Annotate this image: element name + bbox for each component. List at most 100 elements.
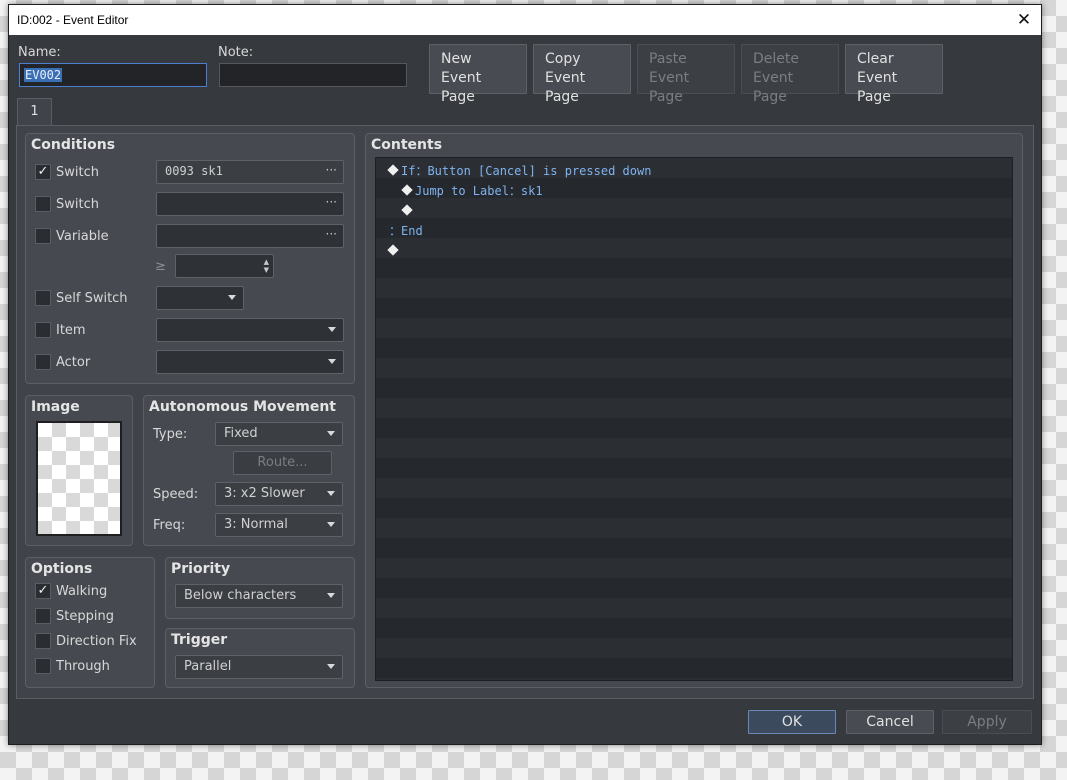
- trigger-title: Trigger: [171, 632, 228, 648]
- conditions-title: Conditions: [31, 137, 116, 153]
- switch1-value: 0093 sk1: [165, 164, 223, 178]
- priority-dropdown[interactable]: Below characters: [175, 584, 343, 608]
- trigger-value: Parallel: [184, 659, 232, 674]
- title-bar: ID:002 - Event Editor ✕: [9, 5, 1041, 35]
- diamond-icon: [387, 164, 399, 176]
- movement-freq-dropdown[interactable]: 3: Normal: [215, 513, 343, 537]
- through-label: Through: [56, 659, 110, 674]
- item-checkbox[interactable]: [35, 322, 51, 338]
- direction-fix-checkbox[interactable]: [35, 633, 51, 649]
- switch2-label: Switch: [56, 197, 99, 212]
- switch1-selector[interactable]: 0093 sk1 ···: [156, 160, 344, 184]
- new-event-page-label-2: Event Page: [441, 70, 482, 105]
- note-label: Note:: [218, 45, 254, 60]
- copy-event-page-label-1: Copy: [545, 51, 581, 67]
- self-switch-label: Self Switch: [56, 291, 128, 306]
- spinner-arrows-icon[interactable]: ▲ ▼: [264, 258, 269, 274]
- apply-button[interactable]: Apply: [942, 710, 1032, 734]
- variable-checkbox[interactable]: [35, 228, 51, 244]
- chevron-down-icon: [327, 522, 335, 527]
- diamond-icon: [387, 244, 399, 256]
- delete-event-page-button[interactable]: Delete Event Page: [741, 44, 839, 105]
- command-row[interactable]: ：End: [389, 221, 423, 241]
- options-title: Options: [31, 561, 93, 577]
- walking-checkbox[interactable]: ✓: [35, 583, 51, 599]
- ok-button[interactable]: OK: [748, 710, 836, 734]
- character-image-preview[interactable]: [36, 421, 122, 536]
- event-command-list[interactable]: If：Button [Cancel] is pressed down Jump …: [375, 157, 1013, 681]
- trigger-dropdown[interactable]: Parallel: [175, 655, 343, 679]
- movement-freq-label: Freq:: [153, 518, 186, 533]
- priority-title: Priority: [171, 561, 231, 577]
- name-input[interactable]: EV002: [19, 63, 207, 87]
- item-label: Item: [56, 323, 86, 338]
- contents-title: Contents: [371, 137, 443, 153]
- chevron-down-icon: [327, 664, 335, 669]
- clear-event-page-button[interactable]: Clear Event Page: [845, 44, 943, 105]
- window-title: ID:002 - Event Editor: [17, 13, 129, 27]
- paste-event-page-label-1: Paste: [649, 51, 687, 67]
- actor-dropdown[interactable]: [156, 350, 344, 374]
- switch1-checkbox[interactable]: ✓: [35, 164, 51, 180]
- copy-event-page-button[interactable]: Copy Event Page: [533, 44, 631, 105]
- actor-checkbox[interactable]: [35, 354, 51, 370]
- variable-amount-spinner[interactable]: ▲ ▼: [175, 254, 274, 278]
- through-checkbox[interactable]: [35, 658, 51, 674]
- switch1-label: Switch: [56, 165, 99, 180]
- movement-type-value: Fixed: [224, 426, 258, 441]
- self-switch-dropdown[interactable]: [156, 286, 244, 310]
- autonomous-movement-title: Autonomous Movement: [149, 399, 336, 415]
- direction-fix-label: Direction Fix: [56, 634, 137, 649]
- self-switch-checkbox[interactable]: [35, 290, 51, 306]
- command-text: ：End: [389, 224, 423, 238]
- stepping-label: Stepping: [56, 609, 114, 624]
- command-row[interactable]: If：Button [Cancel] is pressed down: [387, 161, 652, 181]
- movement-speed-label: Speed:: [153, 487, 199, 502]
- command-text: If：Button [Cancel] is pressed down: [401, 164, 652, 178]
- variable-label: Variable: [56, 229, 109, 244]
- ellipsis-icon: ···: [325, 195, 337, 209]
- command-row[interactable]: Jump to Label：sk1: [401, 181, 543, 201]
- new-event-page-button[interactable]: New Event Page: [429, 44, 527, 105]
- chevron-down-icon: [228, 295, 236, 300]
- variable-selector[interactable]: ···: [156, 224, 344, 248]
- cancel-button[interactable]: Cancel: [846, 710, 934, 734]
- stepping-checkbox[interactable]: [35, 608, 51, 624]
- movement-speed-dropdown[interactable]: 3: x2 Slower: [215, 482, 343, 506]
- chevron-down-icon: [327, 593, 335, 598]
- command-text: Jump to Label：sk1: [415, 184, 543, 198]
- ellipsis-icon: ···: [325, 227, 337, 241]
- chevron-down-icon: [328, 359, 336, 364]
- chevron-down-icon: [328, 327, 336, 332]
- command-row[interactable]: [401, 201, 415, 221]
- switch2-checkbox[interactable]: [35, 196, 51, 212]
- diamond-icon: [401, 204, 413, 216]
- note-input[interactable]: [219, 63, 407, 87]
- item-dropdown[interactable]: [156, 318, 344, 342]
- delete-event-page-label-1: Delete: [753, 51, 799, 67]
- tab-page-1[interactable]: 1: [17, 98, 52, 126]
- ellipsis-icon: ···: [325, 163, 337, 177]
- movement-type-dropdown[interactable]: Fixed: [215, 422, 343, 446]
- movement-freq-value: 3: Normal: [224, 517, 288, 532]
- name-input-value: EV002: [24, 68, 63, 82]
- clear-event-page-label-1: Clear: [857, 51, 894, 67]
- delete-event-page-label-2: Event Page: [753, 70, 794, 105]
- diamond-icon: [401, 184, 413, 196]
- chevron-down-icon: [327, 431, 335, 436]
- movement-speed-value: 3: x2 Slower: [224, 486, 305, 501]
- image-title: Image: [31, 399, 80, 415]
- greater-equal-symbol: ≥: [155, 259, 166, 274]
- copy-event-page-label-2: Event Page: [545, 70, 586, 105]
- name-label: Name:: [18, 45, 61, 60]
- switch2-selector[interactable]: ···: [156, 192, 344, 216]
- close-icon[interactable]: ✕: [1007, 5, 1041, 35]
- priority-value: Below characters: [184, 588, 297, 603]
- movement-type-label: Type:: [153, 427, 188, 442]
- command-row[interactable]: [387, 241, 401, 261]
- new-event-page-label-1: New: [441, 51, 472, 67]
- route-button[interactable]: Route...: [233, 451, 332, 475]
- clear-event-page-label-2: Event Page: [857, 70, 898, 105]
- paste-event-page-label-2: Event Page: [649, 70, 690, 105]
- paste-event-page-button[interactable]: Paste Event Page: [637, 44, 735, 105]
